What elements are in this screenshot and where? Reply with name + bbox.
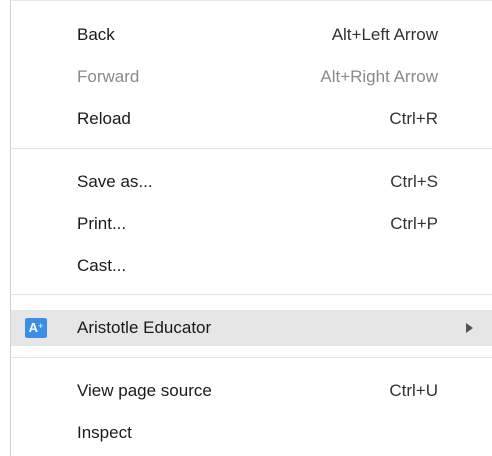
menu-item-back[interactable]: Back Alt+Left Arrow <box>11 17 492 53</box>
menu-separator <box>11 357 492 358</box>
menu-item-label: Reload <box>77 109 131 128</box>
menu-separator <box>11 294 492 295</box>
menu-item-save-as[interactable]: Save as... Ctrl+S <box>11 164 492 200</box>
menu-item-label: View page source <box>77 381 212 400</box>
menu-item-print[interactable]: Print... Ctrl+P <box>11 206 492 242</box>
menu-item-label: Save as... <box>77 172 153 191</box>
menu-item-label: Forward <box>77 67 140 86</box>
aristotle-educator-icon: A+ <box>25 318 47 338</box>
menu-item-label: Cast... <box>77 256 127 275</box>
menu-item-shortcut: Ctrl+S <box>390 172 438 191</box>
menu-item-aristotle-educator[interactable]: A+ Aristotle Educator <box>11 310 492 346</box>
menu-item-label: Print... <box>77 214 127 233</box>
menu-item-cast[interactable]: Cast... <box>11 248 492 284</box>
menu-item-forward[interactable]: Forward Alt+Right Arrow <box>11 59 492 95</box>
menu-item-shortcut: Alt+Left Arrow <box>331 25 438 44</box>
menu-item-shortcut: Ctrl+U <box>389 381 438 400</box>
context-menu: Back Alt+Left Arrow Forward Alt+Right Ar… <box>10 0 492 456</box>
submenu-arrow-icon <box>466 323 473 333</box>
menu-item-label: Aristotle Educator <box>77 318 212 337</box>
menu-item-inspect[interactable]: Inspect <box>11 415 492 451</box>
menu-separator <box>11 148 492 149</box>
menu-item-label: Back <box>77 25 115 44</box>
menu-item-view-page-source[interactable]: View page source Ctrl+U <box>11 373 492 409</box>
menu-item-shortcut: Alt+Right Arrow <box>320 67 438 86</box>
menu-item-shortcut: Ctrl+P <box>390 214 438 233</box>
menu-item-reload[interactable]: Reload Ctrl+R <box>11 101 492 137</box>
menu-item-label: Inspect <box>77 423 132 442</box>
menu-item-shortcut: Ctrl+R <box>389 109 438 128</box>
